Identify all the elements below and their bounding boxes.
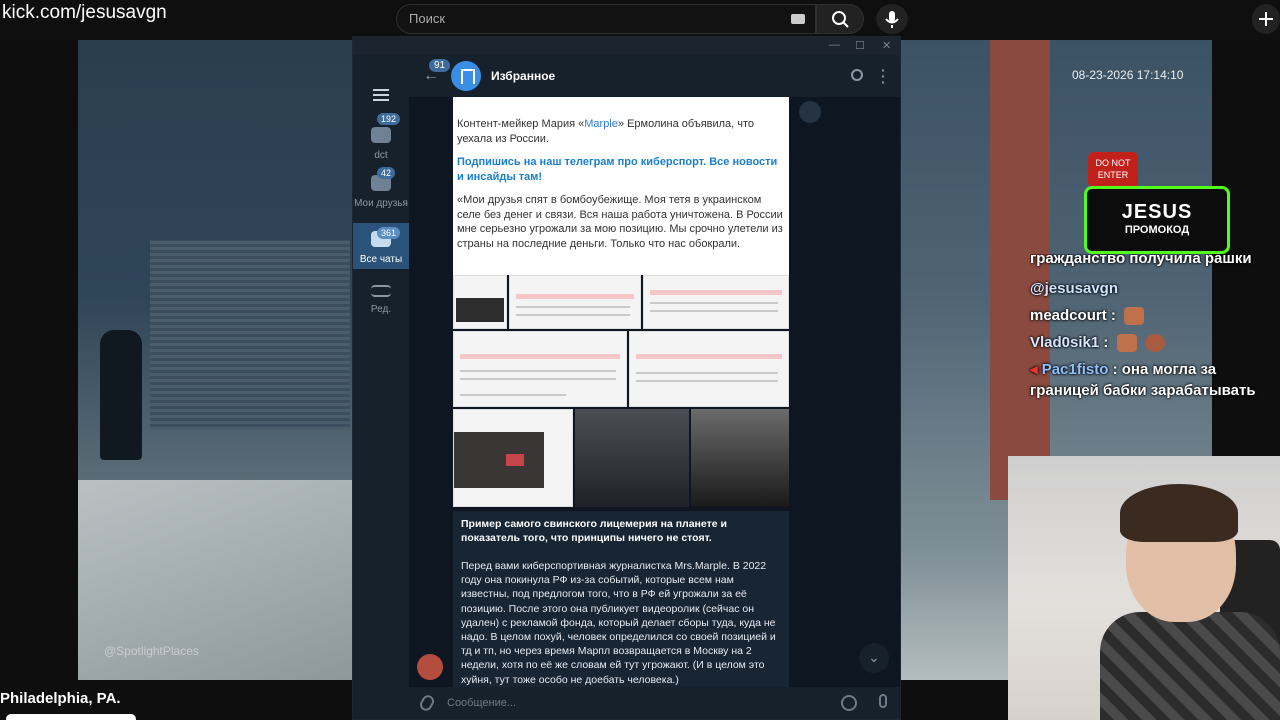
message-headline: Пример самого свинского лицемерия на пла…: [461, 518, 727, 544]
maximize-icon[interactable]: ☐: [855, 39, 865, 52]
progress-pill: [6, 714, 136, 720]
search-placeholder: Поиск: [409, 11, 446, 26]
chat-nick: Vlad0sik1: [1030, 334, 1100, 351]
browser-top-bar: kick.com/jesusavgn Поиск: [0, 0, 1280, 40]
hamburger-menu-icon[interactable]: [373, 89, 389, 101]
chat-folder-icon: [371, 127, 391, 143]
promo-subtitle: ПРОМОКОД: [1124, 224, 1190, 236]
telegram-window: — ☐ ✕ 192 dct 42 Мои друзья 361 Все чаты: [352, 36, 901, 720]
message-list[interactable]: Контент-мейкер Мария «Marple» Ермолина о…: [409, 97, 900, 687]
search-input[interactable]: Поиск: [396, 4, 816, 34]
stream-frame: kick.com/jesusavgn Поиск @SpotlightPlace…: [0, 0, 1280, 720]
chat-cut-line: гражданство получила рашки: [1030, 254, 1252, 267]
window-titlebar: — ☐ ✕: [353, 37, 900, 55]
expand-icon[interactable]: [799, 101, 821, 123]
chat-nick: meadcourt: [1030, 307, 1107, 324]
composer: [409, 687, 900, 719]
attached-image[interactable]: [453, 409, 573, 507]
folder-rail: 192 dct 42 Мои друзья 361 Все чаты Ред.: [353, 55, 409, 719]
unread-badge: 91: [429, 59, 451, 72]
attach-icon[interactable]: [417, 693, 437, 713]
folder-label: Все чаты: [359, 254, 403, 265]
message-bubble[interactable]: Пример самого свинского лицемерия на пла…: [453, 511, 789, 687]
badge-icon: ◂: [1030, 361, 1038, 378]
emote-icon: [1116, 334, 1137, 353]
rolling-shutter: [150, 240, 350, 430]
location-label: Philadelphia, PA.: [0, 690, 121, 707]
unread-badge: 42: [377, 167, 396, 179]
chat-message: ◂ Pac1fisto : она могла за границей бабк…: [1030, 361, 1256, 399]
forwarded-post-screenshot[interactable]: Контент-мейкер Мария «Marple» Ермолина о…: [453, 97, 789, 275]
scroll-down-button[interactable]: ⌄: [859, 643, 889, 673]
post-quote-paragraph: «Мои друзья спят в бомбоубежище. Моя тет…: [457, 194, 783, 250]
folder-edit[interactable]: Ред.: [353, 279, 409, 325]
promo-title: JESUS: [1121, 201, 1193, 223]
attached-photo[interactable]: [691, 409, 789, 507]
attached-image[interactable]: [643, 275, 789, 329]
do-not-enter-sign: DO NOT ENTER: [1088, 152, 1138, 188]
unread-badge: 361: [377, 227, 401, 239]
chat-header: ← 91 Избранное · · ·: [409, 55, 900, 97]
folder-all-chats[interactable]: 361 Все чаты: [353, 223, 409, 269]
emote-icon: [1124, 307, 1145, 326]
chat-nick: Pac1fisto: [1041, 361, 1109, 378]
emoji-icon[interactable]: [841, 695, 857, 711]
minimize-icon[interactable]: —: [829, 39, 840, 51]
more-vertical-icon[interactable]: · · ·: [881, 63, 886, 89]
search-button[interactable]: [816, 4, 864, 34]
sliders-icon: [371, 285, 391, 297]
video-watermark: @SpotlightPlaces: [104, 644, 199, 658]
chat-overlay: гражданство получила рашки @jesusavgn me…: [1030, 254, 1270, 407]
keyboard-icon[interactable]: [791, 14, 805, 24]
attached-image[interactable]: [453, 275, 507, 329]
sign-line1: DO NOT: [1095, 158, 1131, 168]
message-input[interactable]: [447, 695, 827, 711]
video-timestamp: 08-23-2026 17:14:10: [1072, 68, 1184, 82]
attached-image[interactable]: [453, 331, 627, 407]
post-promo-paragraph: Подпишись на наш телеграм про киберспорт…: [457, 156, 778, 183]
search-icon[interactable]: [851, 69, 863, 81]
post-link: Marple: [584, 118, 618, 130]
post-paragraph: Контент-мейкер Мария «Marple» Ермолина о…: [457, 118, 755, 145]
close-icon[interactable]: ✕: [882, 39, 891, 52]
create-button[interactable]: [1252, 4, 1280, 34]
chat-message: meadcourt :: [1030, 305, 1270, 326]
url-text: kick.com/jesusavgn: [2, 2, 167, 23]
folder-label: dct: [374, 150, 388, 161]
chat-title: Избранное: [491, 69, 556, 83]
promo-banner: JESUS ПРОМОКОД: [1084, 186, 1230, 254]
folder-my-friends[interactable]: 42 Мои друзья: [353, 167, 409, 221]
chat-mention: @jesusavgn: [1030, 280, 1118, 297]
folder-label: Мои друзья: [354, 198, 408, 209]
streamer-shirt: [1100, 612, 1280, 720]
folder-label: Ред.: [370, 304, 392, 315]
pedestrian: [100, 330, 142, 460]
sign-line2: ENTER: [1097, 170, 1129, 180]
attached-photo[interactable]: [575, 409, 689, 507]
voice-search-button[interactable]: [876, 4, 908, 34]
bookmark-icon: [451, 61, 481, 91]
attached-image[interactable]: [629, 331, 789, 407]
message-body: Перед вами киберспортивная журналистка M…: [461, 560, 776, 686]
emote-icon: [1144, 334, 1165, 353]
plus-icon: [1259, 12, 1273, 26]
chat-message: Vlad0sik1 :: [1030, 332, 1270, 353]
search-icon: [832, 11, 849, 28]
streamer-hair: [1120, 484, 1238, 542]
microphone-icon[interactable]: [879, 694, 887, 708]
sender-avatar[interactable]: [417, 654, 443, 680]
folder-dct[interactable]: 192 dct: [353, 113, 409, 169]
attached-image[interactable]: [509, 275, 641, 329]
microphone-icon: [885, 11, 899, 28]
unread-badge: 192: [377, 113, 401, 125]
